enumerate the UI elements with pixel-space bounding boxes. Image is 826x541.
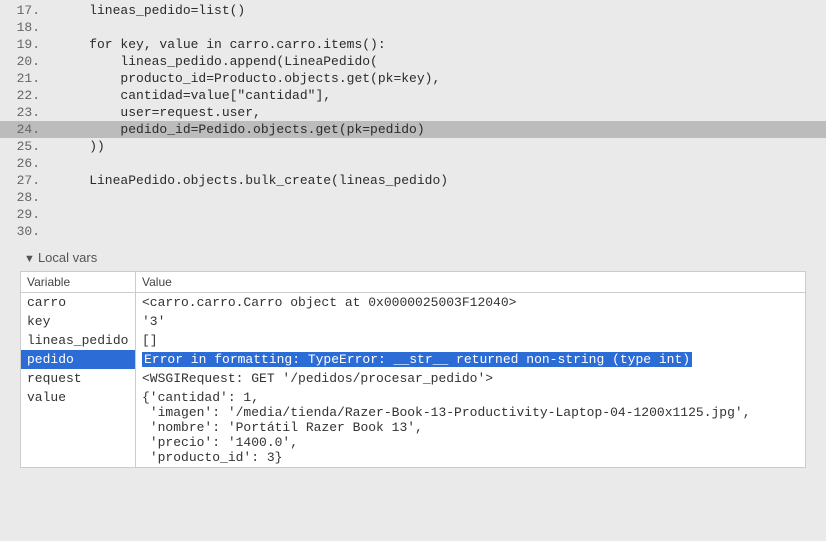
line-number: 21. <box>0 70 58 87</box>
line-content: for key, value in carro.carro.items(): <box>58 36 826 53</box>
local-vars-section: Local vars Variable Value carro<carro.ca… <box>0 246 826 468</box>
line-number: 26. <box>0 155 58 172</box>
table-row[interactable]: carro<carro.carro.Carro object at 0x0000… <box>21 293 806 313</box>
line-number: 22. <box>0 87 58 104</box>
var-name: carro <box>21 293 136 313</box>
line-number: 23. <box>0 104 58 121</box>
line-content: lineas_pedido.append(LineaPedido( <box>58 53 826 70</box>
error-value: Error in formatting: TypeError: __str__ … <box>142 352 692 367</box>
local-vars-tbody: carro<carro.carro.Carro object at 0x0000… <box>21 293 806 468</box>
local-vars-toggle[interactable]: Local vars <box>0 246 826 271</box>
line-content <box>58 19 826 36</box>
var-value: <carro.carro.Carro object at 0x000002500… <box>136 293 806 313</box>
line-content <box>58 206 826 223</box>
code-line: 27. LineaPedido.objects.bulk_create(line… <box>0 172 826 189</box>
line-number: 19. <box>0 36 58 53</box>
table-row[interactable]: lineas_pedido[] <box>21 331 806 350</box>
code-line: 19. for key, value in carro.carro.items(… <box>0 36 826 53</box>
var-name: lineas_pedido <box>21 331 136 350</box>
code-line: 24. pedido_id=Pedido.objects.get(pk=pedi… <box>0 121 826 138</box>
line-content: user=request.user, <box>58 104 826 121</box>
code-line: 29. <box>0 206 826 223</box>
code-line: 28. <box>0 189 826 206</box>
line-content: cantidad=value["cantidad"], <box>58 87 826 104</box>
code-line: 20. lineas_pedido.append(LineaPedido( <box>0 53 826 70</box>
line-number: 18. <box>0 19 58 36</box>
var-value: {'cantidad': 1, 'imagen': '/media/tienda… <box>136 388 806 468</box>
code-block: 17. lineas_pedido=list()18.19. for key, … <box>0 0 826 240</box>
line-content <box>58 155 826 172</box>
line-number: 27. <box>0 172 58 189</box>
var-name: key <box>21 312 136 331</box>
var-value: [] <box>136 331 806 350</box>
var-value: Error in formatting: TypeError: __str__ … <box>136 350 806 369</box>
line-number: 25. <box>0 138 58 155</box>
line-number: 29. <box>0 206 58 223</box>
code-line: 17. lineas_pedido=list() <box>0 2 826 19</box>
code-line: 22. cantidad=value["cantidad"], <box>0 87 826 104</box>
table-row[interactable]: key'3' <box>21 312 806 331</box>
code-line: 26. <box>0 155 826 172</box>
local-vars-table: Variable Value carro<carro.carro.Carro o… <box>20 271 806 468</box>
code-line: 25. )) <box>0 138 826 155</box>
table-row[interactable]: value{'cantidad': 1, 'imagen': '/media/t… <box>21 388 806 468</box>
line-content: LineaPedido.objects.bulk_create(lineas_p… <box>58 172 826 189</box>
code-line: 21. producto_id=Producto.objects.get(pk=… <box>0 70 826 87</box>
line-number: 24. <box>0 121 58 138</box>
var-value: '3' <box>136 312 806 331</box>
line-content <box>58 223 826 240</box>
var-value: <WSGIRequest: GET '/pedidos/procesar_ped… <box>136 369 806 388</box>
line-content <box>58 189 826 206</box>
line-number: 20. <box>0 53 58 70</box>
code-line: 30. <box>0 223 826 240</box>
col-variable: Variable <box>21 272 136 293</box>
var-name: pedido <box>21 350 136 369</box>
var-name: value <box>21 388 136 468</box>
line-number: 17. <box>0 2 58 19</box>
code-line: 23. user=request.user, <box>0 104 826 121</box>
line-content: )) <box>58 138 826 155</box>
line-content: lineas_pedido=list() <box>58 2 826 19</box>
table-row[interactable]: pedido Error in formatting: TypeError: __… <box>21 350 806 369</box>
line-number: 30. <box>0 223 58 240</box>
table-row[interactable]: request<WSGIRequest: GET '/pedidos/proce… <box>21 369 806 388</box>
line-content: producto_id=Producto.objects.get(pk=key)… <box>58 70 826 87</box>
line-content: pedido_id=Pedido.objects.get(pk=pedido) <box>58 121 826 138</box>
var-name: request <box>21 369 136 388</box>
code-line: 18. <box>0 19 826 36</box>
line-number: 28. <box>0 189 58 206</box>
col-value: Value <box>136 272 806 293</box>
